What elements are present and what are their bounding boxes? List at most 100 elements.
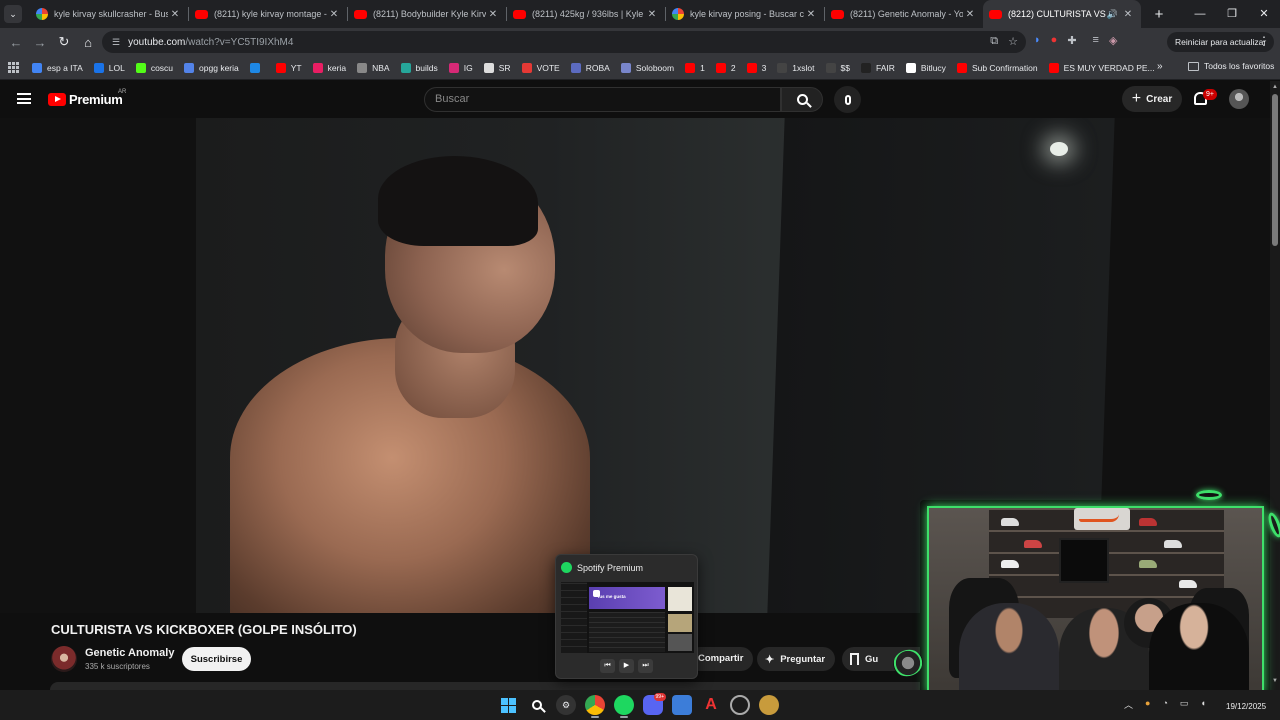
bookmark-favicon-icon — [1048, 62, 1059, 73]
tab-search-button[interactable]: ⌄ — [4, 5, 22, 23]
bookmark-item[interactable]: opgg keria — [184, 62, 239, 73]
taskbar-date[interactable]: 19/12/2025 — [1226, 702, 1266, 711]
steam-icon[interactable]: ⚙ — [556, 695, 576, 715]
speaker-icon[interactable]: 🔊 — [1107, 9, 1118, 20]
scrollbar-thumb[interactable] — [1272, 94, 1278, 246]
windows-start-icon[interactable] — [498, 695, 518, 715]
scroll-down-arrow-icon[interactable]: ▼ — [1272, 678, 1278, 684]
voice-search-button[interactable] — [834, 86, 861, 113]
previous-track-icon[interactable]: ⏮ — [600, 659, 615, 673]
profile-icon[interactable]: ◈ — [1109, 34, 1117, 47]
bookmark-item[interactable]: 3 — [746, 62, 766, 73]
close-tab-icon[interactable]: ✕ — [486, 9, 500, 20]
spotify-window-thumbnail[interactable]: Tus me gusta — [561, 582, 694, 653]
bookmark-item[interactable]: keria — [312, 62, 346, 73]
close-window-icon[interactable]: ✕ — [1248, 0, 1280, 28]
bookmark-item[interactable]: NBA — [357, 62, 390, 73]
browser-tab-active[interactable]: (8212) CULTURISTA VS KICK🔊✕ — [983, 0, 1141, 28]
bookmark-item[interactable]: FAIR — [860, 62, 895, 73]
obs-icon[interactable] — [730, 695, 750, 715]
description-box[interactable] — [50, 682, 930, 690]
spotify-taskbar-preview[interactable]: Spotify Premium Tus me gusta ⏮ ▶ ⏭ — [555, 554, 698, 679]
bookmark-item[interactable]: ES MUY VERDAD PE... — [1048, 62, 1155, 73]
search-button[interactable] — [781, 87, 823, 112]
channel-avatar[interactable] — [51, 646, 77, 672]
extension-icon[interactable]: ◗ — [1034, 34, 1041, 47]
spotify-icon[interactable] — [614, 695, 634, 718]
subscribe-button[interactable]: Suscribirse — [182, 647, 251, 671]
bookmark-item[interactable]: builds — [400, 62, 438, 73]
spotify-preview-header: Spotify Premium — [561, 562, 643, 573]
bookmark-item[interactable]: Soloboom — [620, 62, 674, 73]
bookmark-item[interactable]: Sub Confirmation — [956, 62, 1038, 73]
tray-app-icon[interactable]: ● — [1145, 698, 1150, 711]
bookmark-item[interactable]: LOL — [93, 62, 125, 73]
bookmark-item[interactable]: esp a ITA — [32, 62, 83, 73]
bookmark-item[interactable]: ROBA — [570, 62, 610, 73]
discord-icon[interactable]: 99+ — [643, 693, 666, 715]
minimize-icon[interactable]: — — [1184, 0, 1216, 28]
bookmark-item[interactable]: 2 — [715, 62, 736, 73]
next-track-icon[interactable]: ⏭ — [638, 659, 653, 673]
home-icon[interactable]: ⌂ — [76, 35, 100, 50]
forward-arrow-icon[interactable]: → — [28, 35, 52, 50]
close-tab-icon[interactable]: ✕ — [804, 9, 818, 20]
menu-hamburger-icon[interactable] — [17, 93, 31, 104]
chevron-up-icon[interactable]: ︿ — [1124, 698, 1133, 711]
more-bookmarks-button[interactable]: » — [1157, 61, 1163, 72]
close-tab-icon[interactable]: ✕ — [327, 9, 341, 20]
chrome-icon[interactable] — [585, 695, 605, 718]
notepad-icon[interactable] — [672, 695, 692, 715]
browser-tab[interactable]: kyle kirvay posing - Buscar con ✕ — [666, 0, 824, 28]
close-tab-icon[interactable]: ✕ — [1121, 9, 1135, 20]
restore-icon[interactable]: ❐ — [1216, 0, 1248, 28]
ask-button[interactable]: ✦ Preguntar — [757, 647, 836, 671]
bookmark-item[interactable]: Bitlucy — [905, 62, 946, 73]
bookmark-item[interactable]: SR — [483, 62, 511, 73]
account-avatar[interactable] — [1229, 89, 1249, 109]
puzzle-icon[interactable]: ✚ — [1067, 34, 1076, 47]
notifications-badge: 9+ — [1203, 89, 1217, 100]
close-tab-icon[interactable]: ✕ — [168, 9, 182, 20]
channel-name[interactable]: Genetic Anomaly — [85, 647, 174, 659]
bookmark-item[interactable]: YT — [275, 62, 302, 73]
browser-tab[interactable]: (8211) Genetic Anomaly - YouT ✕ — [825, 0, 983, 28]
play-icon[interactable]: ▶ — [619, 659, 634, 673]
youtube-logo[interactable]: Premium — [48, 92, 123, 107]
site-info-icon[interactable]: ☰ — [112, 37, 120, 48]
star-icon[interactable]: ☆ — [1008, 35, 1018, 48]
scroll-up-arrow-icon[interactable]: ▲ — [1272, 84, 1278, 90]
address-bar[interactable]: ☰ youtube.com/watch?v=YC5TI9IXhM4 ⧉ ☆ — [102, 31, 1026, 53]
volume-icon[interactable]: ◖ — [1200, 698, 1205, 711]
bookmark-item[interactable]: 1xslot — [777, 62, 815, 73]
browser-tab[interactable]: (8211) kyle kirvay montage - Yo ✕ — [189, 0, 347, 28]
search-input[interactable]: Buscar — [424, 87, 781, 112]
league-of-legends-icon[interactable] — [759, 695, 779, 715]
install-app-icon[interactable]: ⧉ — [990, 35, 998, 48]
bookmark-item[interactable] — [249, 62, 265, 73]
youtube-icon — [989, 9, 1002, 19]
extension-icon[interactable]: ● — [1051, 34, 1058, 47]
bookmark-item[interactable]: 1 — [685, 62, 705, 73]
browser-tab[interactable]: (8211) 425kg / 936lbs | Kyle Ki ✕ — [507, 0, 665, 28]
search-icon[interactable] — [527, 695, 547, 715]
media-control-icon[interactable]: ≡ — [1093, 34, 1099, 47]
network-icon[interactable]: ◔ — [1162, 698, 1167, 711]
bookmark-item[interactable]: VOTE — [521, 62, 560, 73]
close-tab-icon[interactable]: ✕ — [645, 9, 659, 20]
all-favorites-folder[interactable]: Todos los favoritos — [1188, 61, 1274, 71]
apps-grid-icon[interactable] — [8, 61, 20, 74]
back-arrow-icon[interactable]: ← — [4, 35, 28, 50]
riot-games-icon[interactable]: A — [701, 695, 721, 715]
bookmark-item[interactable]: $$ — [825, 62, 850, 73]
close-tab-icon[interactable]: ✕ — [963, 9, 977, 20]
create-button[interactable]: + Crear — [1122, 86, 1182, 112]
browser-tab[interactable]: (8211) Bodybuilder Kyle Kirvay ✕ — [348, 0, 506, 28]
browser-tab[interactable]: kyle kirvay skullcrasher - Buscar✕ — [30, 0, 188, 28]
bookmark-item[interactable]: IG — [448, 62, 473, 73]
browser-menu-icon[interactable]: ⋮ — [1258, 34, 1270, 48]
bookmark-item[interactable]: coscu — [135, 62, 173, 73]
reload-icon[interactable]: ↻ — [52, 34, 76, 50]
new-tab-button[interactable]: + — [1147, 6, 1171, 23]
display-icon[interactable]: ▭ — [1180, 698, 1189, 711]
